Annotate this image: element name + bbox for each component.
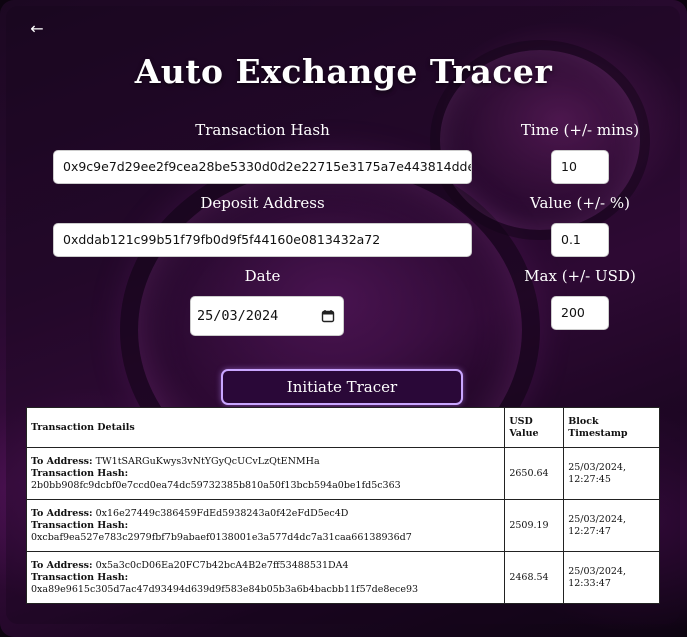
timestamp-date: 25/03/2024, [568, 461, 626, 473]
transaction-hash-label: Transaction Hash [195, 121, 330, 139]
back-button[interactable]: ← [26, 18, 48, 40]
block-timestamp-cell: 25/03/2024, 12:33:47 [563, 551, 660, 604]
usd-value-cell: 2509.19 [504, 499, 565, 552]
timestamp-date: 25/03/2024, [568, 565, 626, 577]
max-usd-input[interactable]: 200 [551, 296, 609, 330]
transaction-hash-value: 0xcbaf9ea527e783c2979fbf7b9abaef0138001e… [31, 531, 412, 543]
table-header-row: Transaction Details USD Value Block Time… [25, 407, 660, 448]
arrow-left-icon: ← [30, 19, 44, 38]
to-address-value: 0x5a3c0cD06Ea20FC7b42bcA4B2e7ff53488531D… [95, 559, 349, 571]
to-address-label: To Address: [31, 507, 93, 519]
table-row: To Address: 0x5a3c0cD06Ea20FC7b42bcA4B2e… [25, 551, 660, 604]
initiate-tracer-button[interactable]: Initiate Tracer [221, 369, 463, 405]
transaction-details-cell: To Address: 0x16e27449c386459FdEd5938243… [25, 499, 506, 552]
calendar-icon[interactable] [321, 309, 335, 323]
transaction-hash-label: Transaction Hash: [31, 519, 129, 531]
column-header-transaction-details: Transaction Details [25, 407, 506, 448]
column-header-usd-value: USD Value [504, 407, 565, 448]
table-row: To Address: 0x16e27449c386459FdEd5938243… [25, 499, 660, 552]
table-row: To Address: TW1tSARGuKwys3vNtYGyQcUCvLzQ… [25, 447, 660, 500]
to-address-value: 0x16e27449c386459FdEd5938243a0f42eFdD5ec… [95, 507, 349, 519]
column-header-block-timestamp: Block Timestamp [563, 407, 660, 448]
max-usd-label: Max (+/- USD) [524, 267, 636, 285]
block-timestamp-cell: 25/03/2024, 12:27:47 [563, 499, 660, 552]
to-address-value: TW1tSARGuKwys3vNtYGyQcUCvLzQtENMHa [95, 455, 320, 467]
to-address-label: To Address: [31, 455, 93, 467]
date-value: 25/03/2024 [197, 308, 279, 324]
transaction-hash-value: 2b0bb908fc9dcbf0e7ccd0ea74dc59732385b810… [31, 479, 401, 491]
block-timestamp-cell: 25/03/2024, 12:27:45 [563, 447, 660, 500]
page-title: Auto Exchange Tracer [134, 52, 553, 91]
transaction-hash-value: 0xa89e9615c305d7ac47d93494d639d9f583e84b… [31, 583, 419, 595]
time-input[interactable]: 10 [551, 150, 609, 184]
transaction-hash-label: Transaction Hash: [31, 571, 129, 583]
value-pct-input[interactable]: 0.1 [551, 223, 609, 257]
transaction-hash-label: Transaction Hash: [31, 467, 129, 479]
app-window: ← Auto Exchange Tracer Transaction Hash … [0, 0, 687, 637]
deposit-address-label: Deposit Address [200, 194, 325, 212]
transaction-details-cell: To Address: 0x5a3c0cD06Ea20FC7b42bcA4B2e… [25, 551, 506, 604]
transaction-hash-input[interactable]: 0x9c9e7d29ee2f9cea28be5330d0d2e22715e317… [53, 150, 472, 184]
results-table: Transaction Details USD Value Block Time… [25, 407, 660, 604]
date-label: Date [244, 267, 281, 285]
transaction-details-cell: To Address: TW1tSARGuKwys3vNtYGyQcUCvLzQ… [25, 447, 506, 500]
timestamp-time: 12:27:47 [568, 525, 611, 537]
timestamp-date: 25/03/2024, [568, 513, 626, 525]
deposit-address-input[interactable]: 0xddab121c99b51f79fb0d9f5f44160e0813432a… [53, 223, 472, 257]
date-input[interactable]: 25/03/2024 [190, 296, 344, 336]
timestamp-time: 12:27:45 [568, 473, 611, 485]
usd-value-cell: 2468.54 [504, 551, 565, 604]
to-address-label: To Address: [31, 559, 93, 571]
time-label: Time (+/- mins) [520, 121, 640, 139]
value-pct-label: Value (+/- %) [530, 194, 630, 212]
timestamp-time: 12:33:47 [568, 577, 611, 589]
usd-value-cell: 2650.64 [504, 447, 565, 500]
